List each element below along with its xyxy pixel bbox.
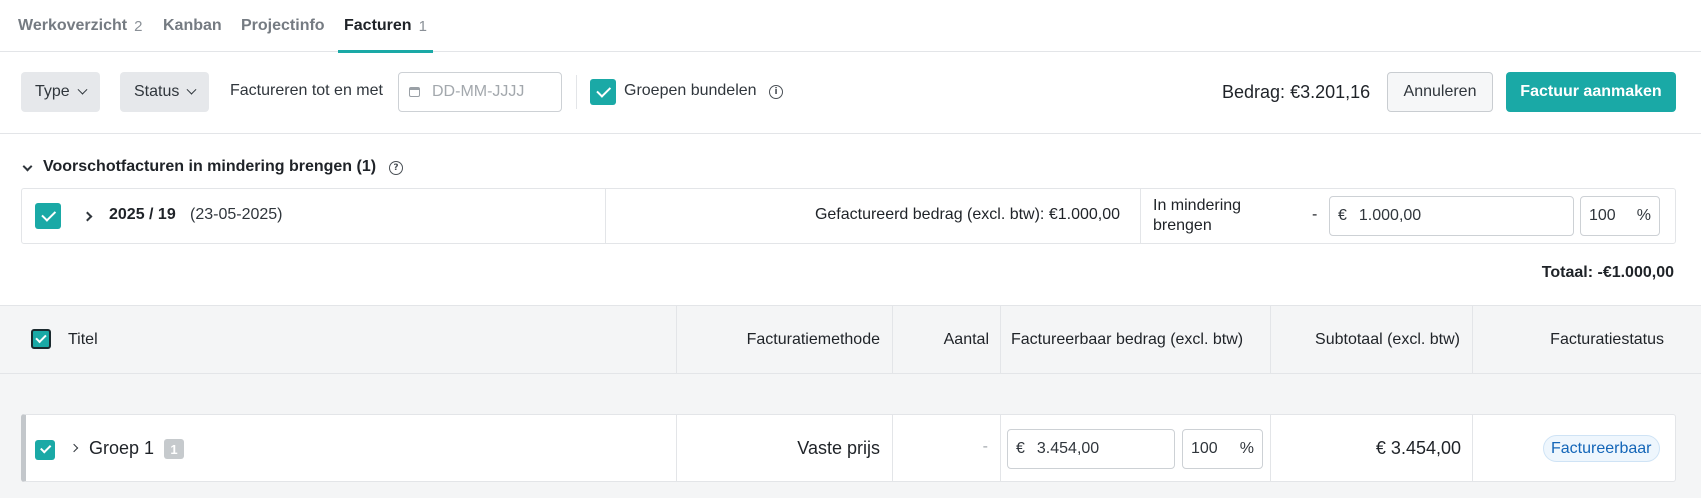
- check-icon: [41, 206, 57, 222]
- group-quantity: -: [982, 438, 988, 455]
- group-checkbox[interactable]: [35, 440, 55, 460]
- billable-amount-value: 3.454,00: [1036, 440, 1100, 457]
- advance-total: Totaal: -€1.000,00: [1541, 264, 1674, 281]
- tab-count: 1: [418, 17, 427, 35]
- tab-label: Facturen: [344, 17, 412, 34]
- column-divider: [676, 415, 677, 481]
- column-divider: [605, 189, 606, 243]
- tab-werkoverzicht[interactable]: Werkoverzicht 2: [18, 0, 142, 52]
- percent-sign: %: [1239, 440, 1254, 457]
- amount-value: €3.201,16: [1290, 82, 1371, 102]
- advance-invoice-number: 2025 / 19: [109, 206, 176, 223]
- column-divider: [1000, 306, 1001, 373]
- deduct-amount-value: 1.000,00: [1358, 207, 1422, 224]
- table-row[interactable]: Groep 1 1 Vaste prijs - € 3.454,00 100 %…: [21, 414, 1676, 482]
- tab-projectinfo[interactable]: Projectinfo: [241, 0, 325, 52]
- column-divider: [1000, 415, 1001, 481]
- chevron-down-icon: [77, 84, 88, 95]
- invoice-until-date-field[interactable]: [398, 72, 562, 112]
- tab-facturen[interactable]: Facturen 1: [338, 0, 433, 53]
- billable-percent-value: 100: [1191, 440, 1218, 457]
- advance-invoice-row: 2025 / 19 (23-05-2025) Gefactureerd bedr…: [21, 188, 1676, 244]
- tab-count: 2: [134, 17, 143, 35]
- billable-amount-field[interactable]: € 3.454,00: [1007, 429, 1175, 469]
- advance-invoice-date: (23-05-2025): [190, 206, 283, 223]
- chevron-down-icon[interactable]: [22, 161, 33, 172]
- check-icon: [35, 331, 47, 344]
- percent-sign: %: [1636, 207, 1651, 224]
- deduct-percent-field[interactable]: 100 %: [1580, 196, 1660, 236]
- amount-label: Bedrag:: [1222, 82, 1286, 102]
- bundle-groups-label: Groepen bundelen: [624, 82, 757, 99]
- check-icon: [596, 82, 612, 98]
- type-filter-label: Type: [35, 83, 70, 100]
- select-all-checkbox[interactable]: [31, 329, 51, 349]
- status-badge: Factureerbaar: [1543, 435, 1660, 462]
- status-filter-button[interactable]: Status: [120, 72, 210, 112]
- column-header-status[interactable]: Facturatiestatus: [1473, 306, 1664, 373]
- currency-symbol: €: [1338, 207, 1347, 224]
- invoice-until-label: Factureren tot en met: [230, 82, 383, 99]
- group-method: Vaste prijs: [797, 438, 880, 458]
- chevron-down-icon: [186, 84, 197, 95]
- group-count-badge: 1: [164, 439, 184, 459]
- tab-label: Werkoverzicht: [18, 17, 128, 34]
- info-icon[interactable]: i: [769, 85, 783, 99]
- status-filter-label: Status: [134, 83, 180, 100]
- deduct-percent-value: 100: [1589, 207, 1616, 224]
- cancel-button[interactable]: Annuleren: [1387, 72, 1493, 112]
- column-divider: [1270, 415, 1271, 481]
- advance-invoices-title[interactable]: Voorschotfacturen in mindering brengen (…: [43, 158, 376, 176]
- column-divider: [1472, 415, 1473, 481]
- date-input[interactable]: [432, 83, 552, 101]
- invoice-amount: Bedrag: €3.201,16: [1222, 82, 1370, 103]
- chevron-right-icon[interactable]: [69, 443, 79, 453]
- group-title: Groep 1: [89, 438, 155, 458]
- table-header: Titel Facturatiemethode Aantal Factureer…: [0, 305, 1701, 374]
- group-subtotal: € 3.454,00: [1375, 438, 1461, 458]
- tab-bar: Werkoverzicht 2 Kanban Projectinfo Factu…: [0, 0, 1701, 53]
- calendar-icon: [409, 87, 420, 97]
- invoice-toolbar: Type Status Factureren tot en met Groepe…: [0, 52, 1701, 134]
- check-icon: [40, 442, 52, 454]
- advance-invoice-checkbox[interactable]: [35, 203, 61, 229]
- currency-symbol: €: [1016, 440, 1025, 457]
- column-divider: [1140, 189, 1141, 243]
- create-invoice-button[interactable]: Factuur aanmaken: [1506, 72, 1676, 112]
- column-header-quantity[interactable]: Aantal: [893, 306, 989, 373]
- deduct-label: In mindering brengen: [1153, 196, 1241, 236]
- chevron-right-icon[interactable]: [82, 211, 93, 222]
- column-header-subtotal[interactable]: Subtotaal (excl. btw): [1271, 306, 1460, 373]
- tab-kanban[interactable]: Kanban: [163, 0, 222, 52]
- type-filter-button[interactable]: Type: [21, 72, 100, 112]
- invoiced-amount: Gefactureerd bedrag (excl. btw): €1.000,…: [814, 206, 1120, 223]
- column-header-title[interactable]: Titel: [68, 306, 98, 373]
- billable-percent-field[interactable]: 100 %: [1182, 429, 1263, 469]
- column-header-method[interactable]: Facturatiemethode: [677, 306, 880, 373]
- column-header-billable[interactable]: Factureerbaar bedrag (excl. btw): [1011, 306, 1243, 373]
- bundle-groups-checkbox[interactable]: [590, 79, 616, 105]
- deduct-label-line1: In mindering: [1153, 197, 1242, 214]
- toolbar-divider: [576, 75, 577, 109]
- deduct-amount-field[interactable]: € 1.000,00: [1329, 196, 1574, 236]
- deduct-label-line2: brengen: [1153, 217, 1212, 234]
- column-divider: [892, 415, 893, 481]
- minus-sign: -: [1312, 206, 1318, 223]
- tab-label: Kanban: [163, 17, 222, 34]
- help-icon[interactable]: ?: [389, 161, 403, 175]
- tab-label: Projectinfo: [241, 17, 325, 34]
